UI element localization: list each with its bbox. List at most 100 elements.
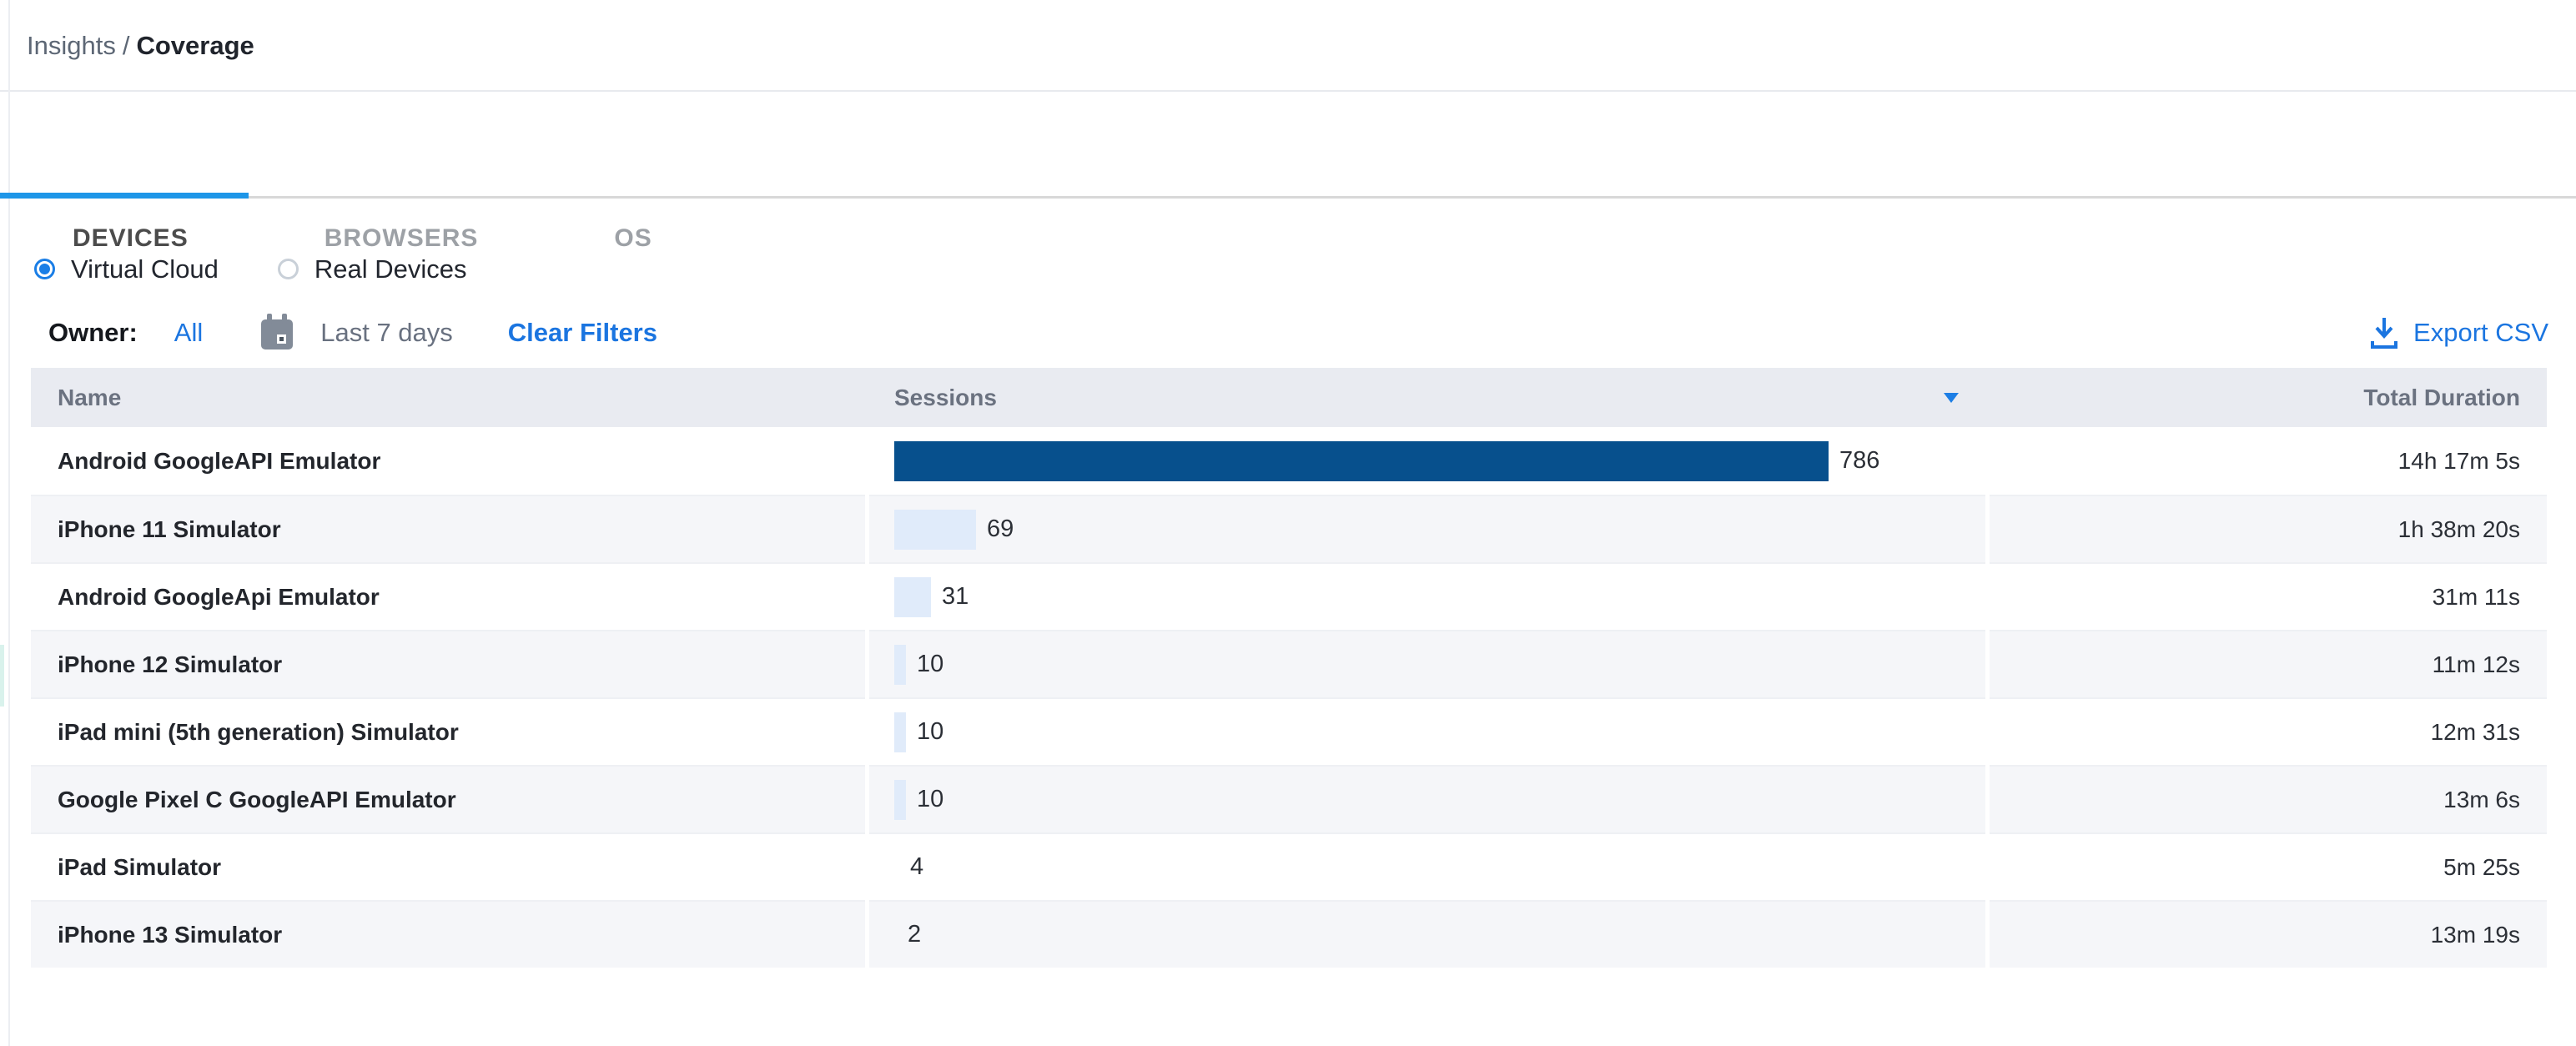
device-name-cell: iPad mini (5th generation) Simulator bbox=[31, 697, 865, 765]
total-duration-cell: 12m 31s bbox=[1990, 697, 2547, 765]
radio-unselected-icon[interactable] bbox=[278, 259, 299, 279]
sessions-cell: 10 bbox=[869, 765, 1985, 832]
radio-dot bbox=[283, 264, 294, 274]
radio-virtual-cloud[interactable]: Virtual Cloud bbox=[34, 254, 219, 284]
breadcrumb-separator: / bbox=[116, 31, 137, 60]
owner-filter-label: Owner: bbox=[48, 318, 138, 348]
radio-real-devices[interactable]: Real Devices bbox=[278, 254, 467, 284]
column-header-sessions[interactable]: Sessions bbox=[869, 385, 1985, 411]
device-name-cell: iPhone 11 Simulator bbox=[31, 495, 865, 562]
sessions-cell: 10 bbox=[869, 630, 1985, 697]
export-csv-button[interactable]: Export CSV bbox=[2371, 316, 2548, 350]
duration-value: 13m 6s bbox=[2443, 787, 2520, 813]
sessions-value: 10 bbox=[917, 718, 943, 746]
device-name-cell: iPhone 12 Simulator bbox=[31, 630, 865, 697]
calendar-icon[interactable] bbox=[259, 314, 294, 352]
coverage-table: Name Sessions Total Duration Android Goo… bbox=[31, 368, 2547, 968]
insights-coverage-page: Insights/Coverage DEVICES BROWSERS OS Virt… bbox=[0, 0, 2576, 1046]
device-name-cell: Android GoogleAPI Emulator bbox=[31, 427, 865, 495]
device-name: Google Pixel C GoogleAPI Emulator bbox=[58, 787, 456, 813]
sessions-header-label: Sessions bbox=[894, 385, 997, 411]
breadcrumb-insights-link[interactable]: Insights bbox=[27, 31, 116, 60]
duration-value: 31m 11s bbox=[2433, 584, 2520, 611]
sort-desc-icon[interactable] bbox=[1944, 393, 1959, 403]
device-name: Android GoogleAPI Emulator bbox=[58, 448, 380, 475]
table-row[interactable]: Android GoogleApi Emulator 31 31m 11s bbox=[31, 562, 2547, 630]
table-body: Android GoogleAPI Emulator 786 14h 17m 5… bbox=[31, 427, 2547, 968]
sessions-bar bbox=[894, 577, 931, 617]
sessions-bar bbox=[894, 712, 906, 752]
device-name-cell: iPad Simulator bbox=[31, 832, 865, 900]
sessions-bar bbox=[894, 510, 976, 550]
sessions-value: 10 bbox=[917, 786, 943, 813]
table-header-row: Name Sessions Total Duration bbox=[31, 368, 2547, 427]
breadcrumb-current-page: Coverage bbox=[136, 31, 254, 60]
total-duration-cell: 13m 19s bbox=[1990, 900, 2547, 968]
tab-os[interactable]: OS bbox=[614, 224, 652, 254]
sessions-cell: 31 bbox=[869, 562, 1985, 630]
sessions-bar bbox=[894, 441, 1829, 481]
filter-bar: Owner: All Last 7 days Clear Filters E bbox=[0, 314, 2576, 352]
table-row[interactable]: iPhone 13 Simulator 2 13m 19s bbox=[31, 900, 2547, 968]
sessions-value: 31 bbox=[942, 583, 969, 611]
tab-divider-line bbox=[0, 196, 2576, 199]
clear-filters-button[interactable]: Clear Filters bbox=[508, 318, 657, 348]
column-header-name[interactable]: Name bbox=[31, 385, 865, 411]
radio-selected-icon[interactable] bbox=[34, 259, 55, 279]
export-csv-label: Export CSV bbox=[2413, 318, 2548, 348]
total-duration-cell: 13m 6s bbox=[1990, 765, 2547, 832]
total-duration-cell: 1h 38m 20s bbox=[1990, 495, 2547, 562]
duration-value: 11m 12s bbox=[2433, 651, 2520, 678]
sessions-cell: 4 bbox=[869, 832, 1985, 900]
table-row[interactable]: Android GoogleAPI Emulator 786 14h 17m 5… bbox=[31, 427, 2547, 495]
table-row[interactable]: iPhone 12 Simulator 10 11m 12s bbox=[31, 630, 2547, 697]
tab-browsers[interactable]: BROWSERS bbox=[325, 224, 479, 254]
sessions-value: 2 bbox=[908, 921, 921, 948]
radio-real-devices-label: Real Devices bbox=[314, 254, 467, 284]
sessions-cell: 786 bbox=[869, 427, 1985, 495]
tab-devices[interactable]: DEVICES bbox=[73, 224, 189, 254]
sessions-cell: 69 bbox=[869, 495, 1985, 562]
sessions-cell: 2 bbox=[869, 900, 1985, 968]
radio-virtual-cloud-label: Virtual Cloud bbox=[71, 254, 219, 284]
left-edge-sliver bbox=[0, 645, 4, 707]
device-name: Android GoogleApi Emulator bbox=[58, 584, 380, 611]
device-name: iPhone 11 Simulator bbox=[58, 516, 281, 543]
total-duration-cell: 31m 11s bbox=[1990, 562, 2547, 630]
sessions-value: 786 bbox=[1839, 447, 1879, 475]
device-name: iPhone 13 Simulator bbox=[58, 922, 282, 948]
owner-filter-value[interactable]: All bbox=[174, 318, 203, 348]
duration-value: 13m 19s bbox=[2431, 922, 2520, 948]
device-name: iPad mini (5th generation) Simulator bbox=[58, 719, 459, 746]
sessions-bar bbox=[894, 780, 906, 820]
date-range-picker[interactable] bbox=[259, 314, 294, 352]
table-row[interactable]: iPhone 11 Simulator 69 1h 38m 20s bbox=[31, 495, 2547, 562]
tab-row: DEVICES BROWSERS OS bbox=[73, 224, 652, 254]
duration-value: 1h 38m 20s bbox=[2398, 516, 2520, 543]
active-tab-underline bbox=[0, 193, 249, 199]
duration-value: 12m 31s bbox=[2431, 719, 2520, 746]
device-name-cell: Google Pixel C GoogleAPI Emulator bbox=[31, 765, 865, 832]
download-icon bbox=[2371, 316, 2397, 350]
total-duration-cell: 14h 17m 5s bbox=[1990, 427, 2547, 495]
device-name-cell: iPhone 13 Simulator bbox=[31, 900, 865, 968]
sessions-cell: 10 bbox=[869, 697, 1985, 765]
table-row[interactable]: iPad mini (5th generation) Simulator 10 … bbox=[31, 697, 2547, 765]
sessions-bar bbox=[894, 645, 906, 685]
device-name: iPhone 12 Simulator bbox=[58, 651, 282, 678]
total-duration-cell: 11m 12s bbox=[1990, 630, 2547, 697]
duration-value: 5m 25s bbox=[2443, 854, 2520, 881]
device-name-cell: Android GoogleApi Emulator bbox=[31, 562, 865, 630]
breadcrumb: Insights/Coverage bbox=[0, 0, 2576, 92]
table-row[interactable]: Google Pixel C GoogleAPI Emulator 10 13m… bbox=[31, 765, 2547, 832]
tab-bar: DEVICESBROWSERSOS bbox=[0, 92, 2576, 199]
radio-dot bbox=[39, 264, 50, 274]
sessions-value: 69 bbox=[987, 515, 1014, 543]
date-range-value[interactable]: Last 7 days bbox=[320, 318, 453, 348]
table-row[interactable]: iPad Simulator 4 5m 25s bbox=[31, 832, 2547, 900]
total-duration-cell: 5m 25s bbox=[1990, 832, 2547, 900]
cloud-type-radio-group: Virtual Cloud Real Devices bbox=[0, 250, 2576, 288]
column-header-total-duration[interactable]: Total Duration bbox=[1990, 385, 2547, 411]
sessions-value: 10 bbox=[917, 651, 943, 678]
sessions-value: 4 bbox=[910, 853, 923, 881]
